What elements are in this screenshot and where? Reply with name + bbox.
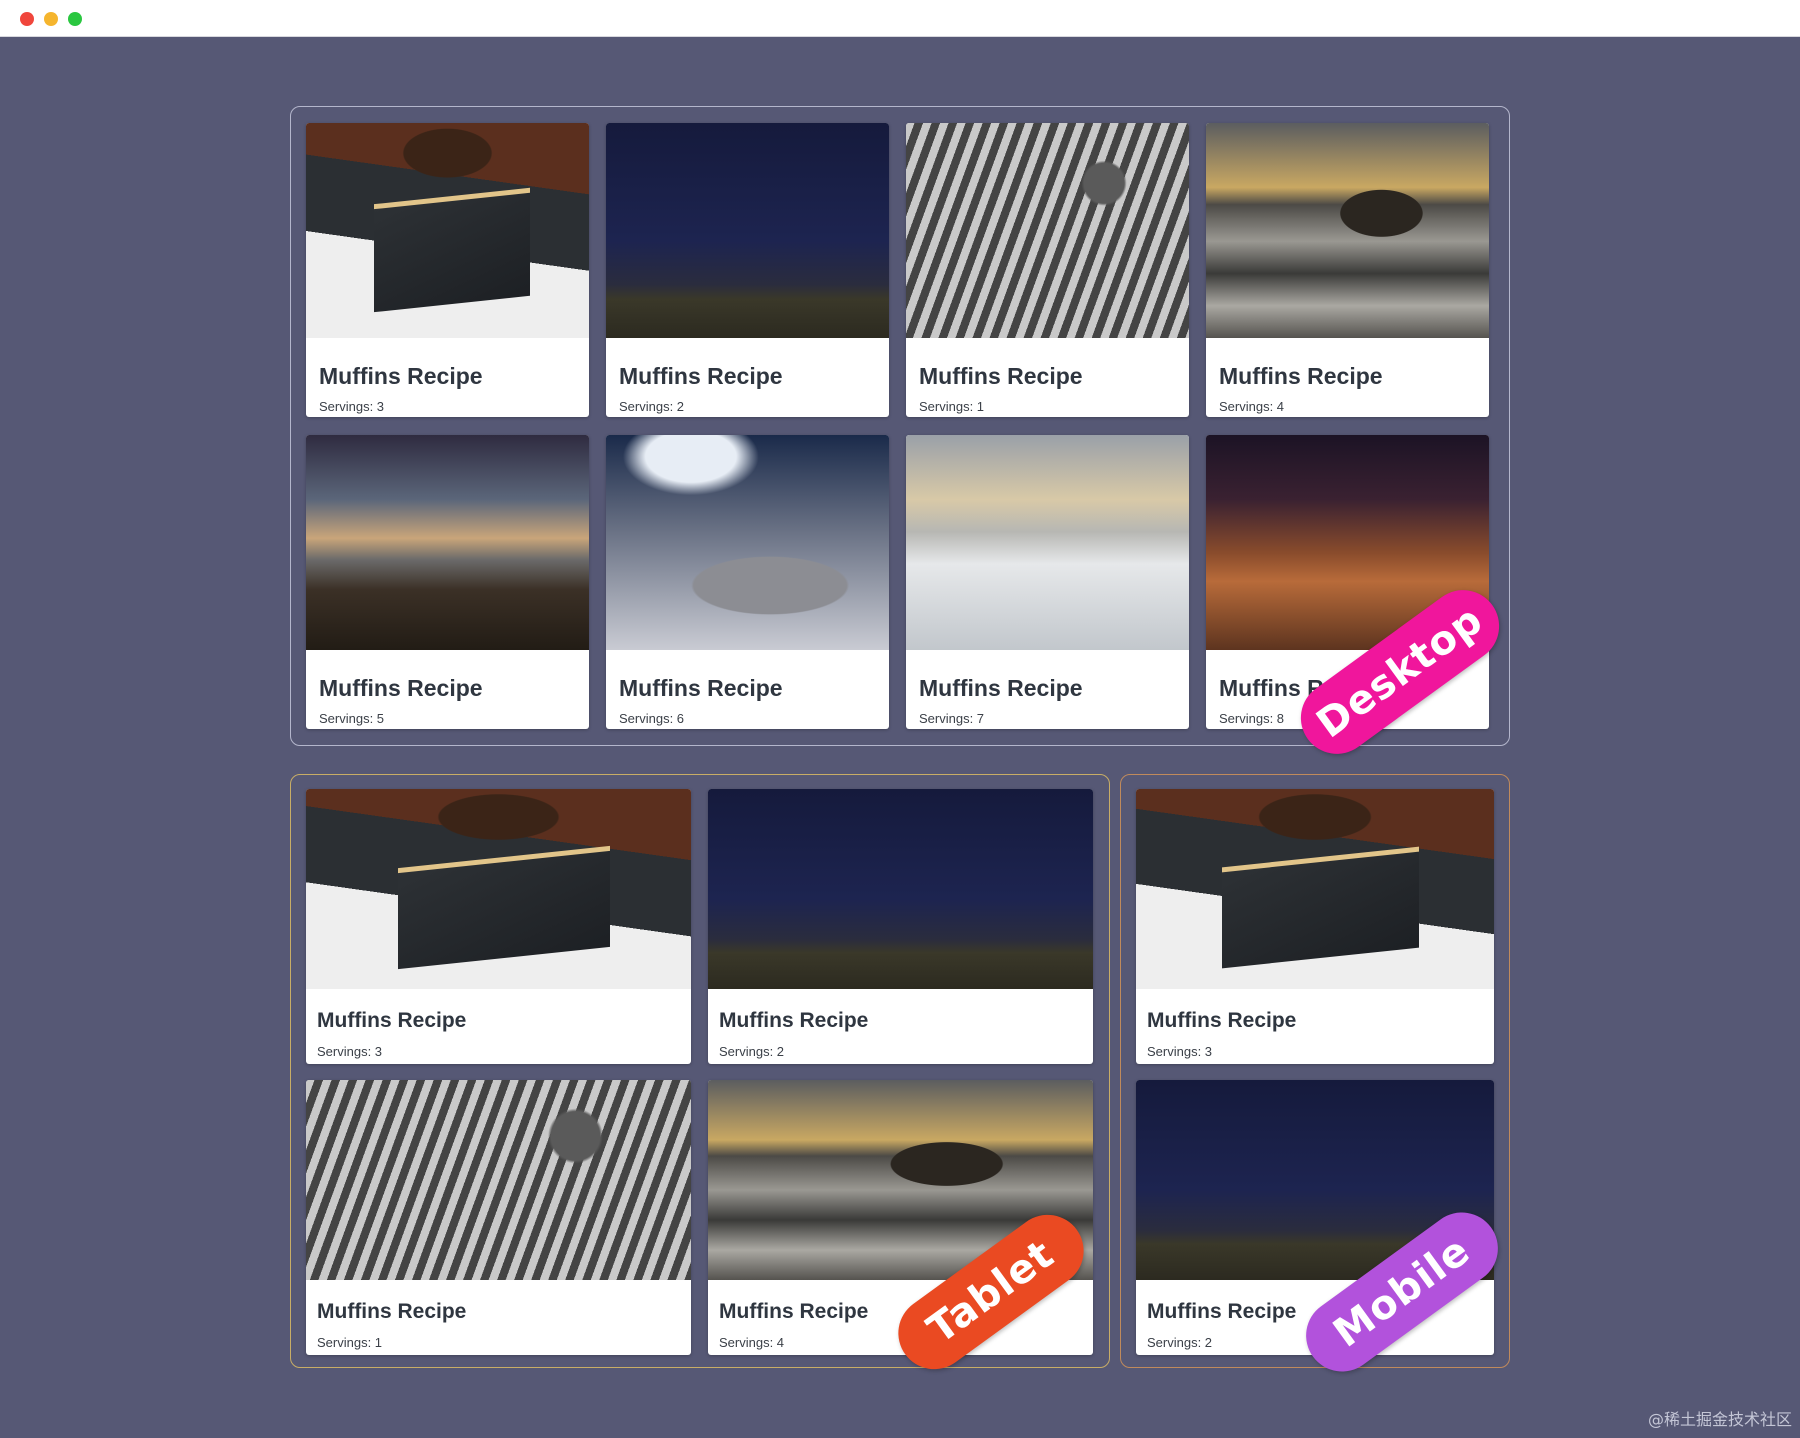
recipe-photo [306, 123, 589, 338]
watermark-text: @稀土掘金技术社区 [1647, 1410, 1792, 1429]
recipe-title: Muffins Recipe [619, 363, 783, 389]
minimize-window-button[interactable] [44, 12, 58, 26]
recipe-card[interactable]: Muffins Recipe Servings: 5 [306, 435, 589, 729]
recipe-servings: Servings: 1 [919, 399, 985, 414]
recipe-servings: Servings: 7 [919, 711, 985, 726]
recipe-title: Muffins Recipe [1147, 1009, 1297, 1032]
recipe-title: Muffins Recipe [319, 363, 483, 389]
recipe-photo [606, 123, 889, 338]
recipe-card[interactable]: Muffins Recipe Servings: 2 [708, 789, 1093, 1064]
recipe-servings: Servings: 3 [319, 399, 385, 414]
recipe-title: Muffins Recipe [319, 675, 483, 701]
recipe-photo [306, 435, 589, 650]
recipe-photo [606, 435, 889, 650]
recipe-card[interactable]: Muffins Recipe Servings: 2 [606, 123, 889, 417]
close-window-button[interactable] [20, 12, 34, 26]
recipe-servings: Servings: 2 [619, 399, 685, 414]
recipe-title: Muffins Recipe [919, 675, 1083, 701]
recipe-card[interactable]: Muffins Recipe Servings: 3 [1136, 789, 1494, 1064]
recipe-photo [306, 789, 691, 989]
recipe-card[interactable]: Muffins Recipe Servings: 6 [606, 435, 889, 729]
recipe-servings: Servings: 2 [1147, 1335, 1213, 1350]
recipe-photo [906, 123, 1189, 338]
recipe-servings: Servings: 1 [317, 1335, 383, 1350]
recipe-title: Muffins Recipe [919, 363, 1083, 389]
recipe-servings: Servings: 8 [1219, 711, 1285, 726]
recipe-servings: Servings: 4 [1219, 399, 1285, 414]
recipe-title: Muffins Recipe [317, 1009, 467, 1032]
recipe-photo [708, 789, 1093, 989]
desktop-layout-panel: Muffins Recipe Servings: 3 Muffins Recip… [290, 106, 1510, 746]
recipe-title: Muffins Recipe [1147, 1300, 1297, 1323]
recipe-title: Muffins Recipe [317, 1300, 467, 1323]
recipe-servings: Servings: 5 [319, 711, 385, 726]
recipe-title: Muffins Recipe [719, 1009, 869, 1032]
recipe-servings: Servings: 3 [317, 1044, 383, 1059]
recipe-photo [1206, 123, 1489, 338]
recipe-photo [306, 1080, 691, 1280]
recipe-servings: Servings: 3 [1147, 1044, 1213, 1059]
recipe-card[interactable]: Muffins Recipe Servings: 1 [306, 1080, 691, 1355]
recipe-card[interactable]: Muffins Recipe Servings: 1 [906, 123, 1189, 417]
recipe-card[interactable]: Muffins Recipe Servings: 7 [906, 435, 1189, 729]
recipe-title: Muffins Recipe [719, 1300, 869, 1323]
recipe-photo [1136, 789, 1494, 989]
recipe-card[interactable]: Muffins Recipe Servings: 4 [1206, 123, 1489, 417]
recipe-title: Muffins Recipe [619, 675, 783, 701]
recipe-title: Muffins Recipe [1219, 363, 1383, 389]
recipe-card[interactable]: Muffins Recipe Servings: 3 [306, 123, 589, 417]
maximize-window-button[interactable] [68, 12, 82, 26]
recipe-card[interactable]: Muffins Recipe Servings: 3 [306, 789, 691, 1064]
recipe-photo [906, 435, 1189, 650]
recipe-servings: Servings: 2 [719, 1044, 785, 1059]
recipe-servings: Servings: 6 [619, 711, 685, 726]
recipe-servings: Servings: 4 [719, 1335, 785, 1350]
window-titlebar [0, 0, 1800, 37]
